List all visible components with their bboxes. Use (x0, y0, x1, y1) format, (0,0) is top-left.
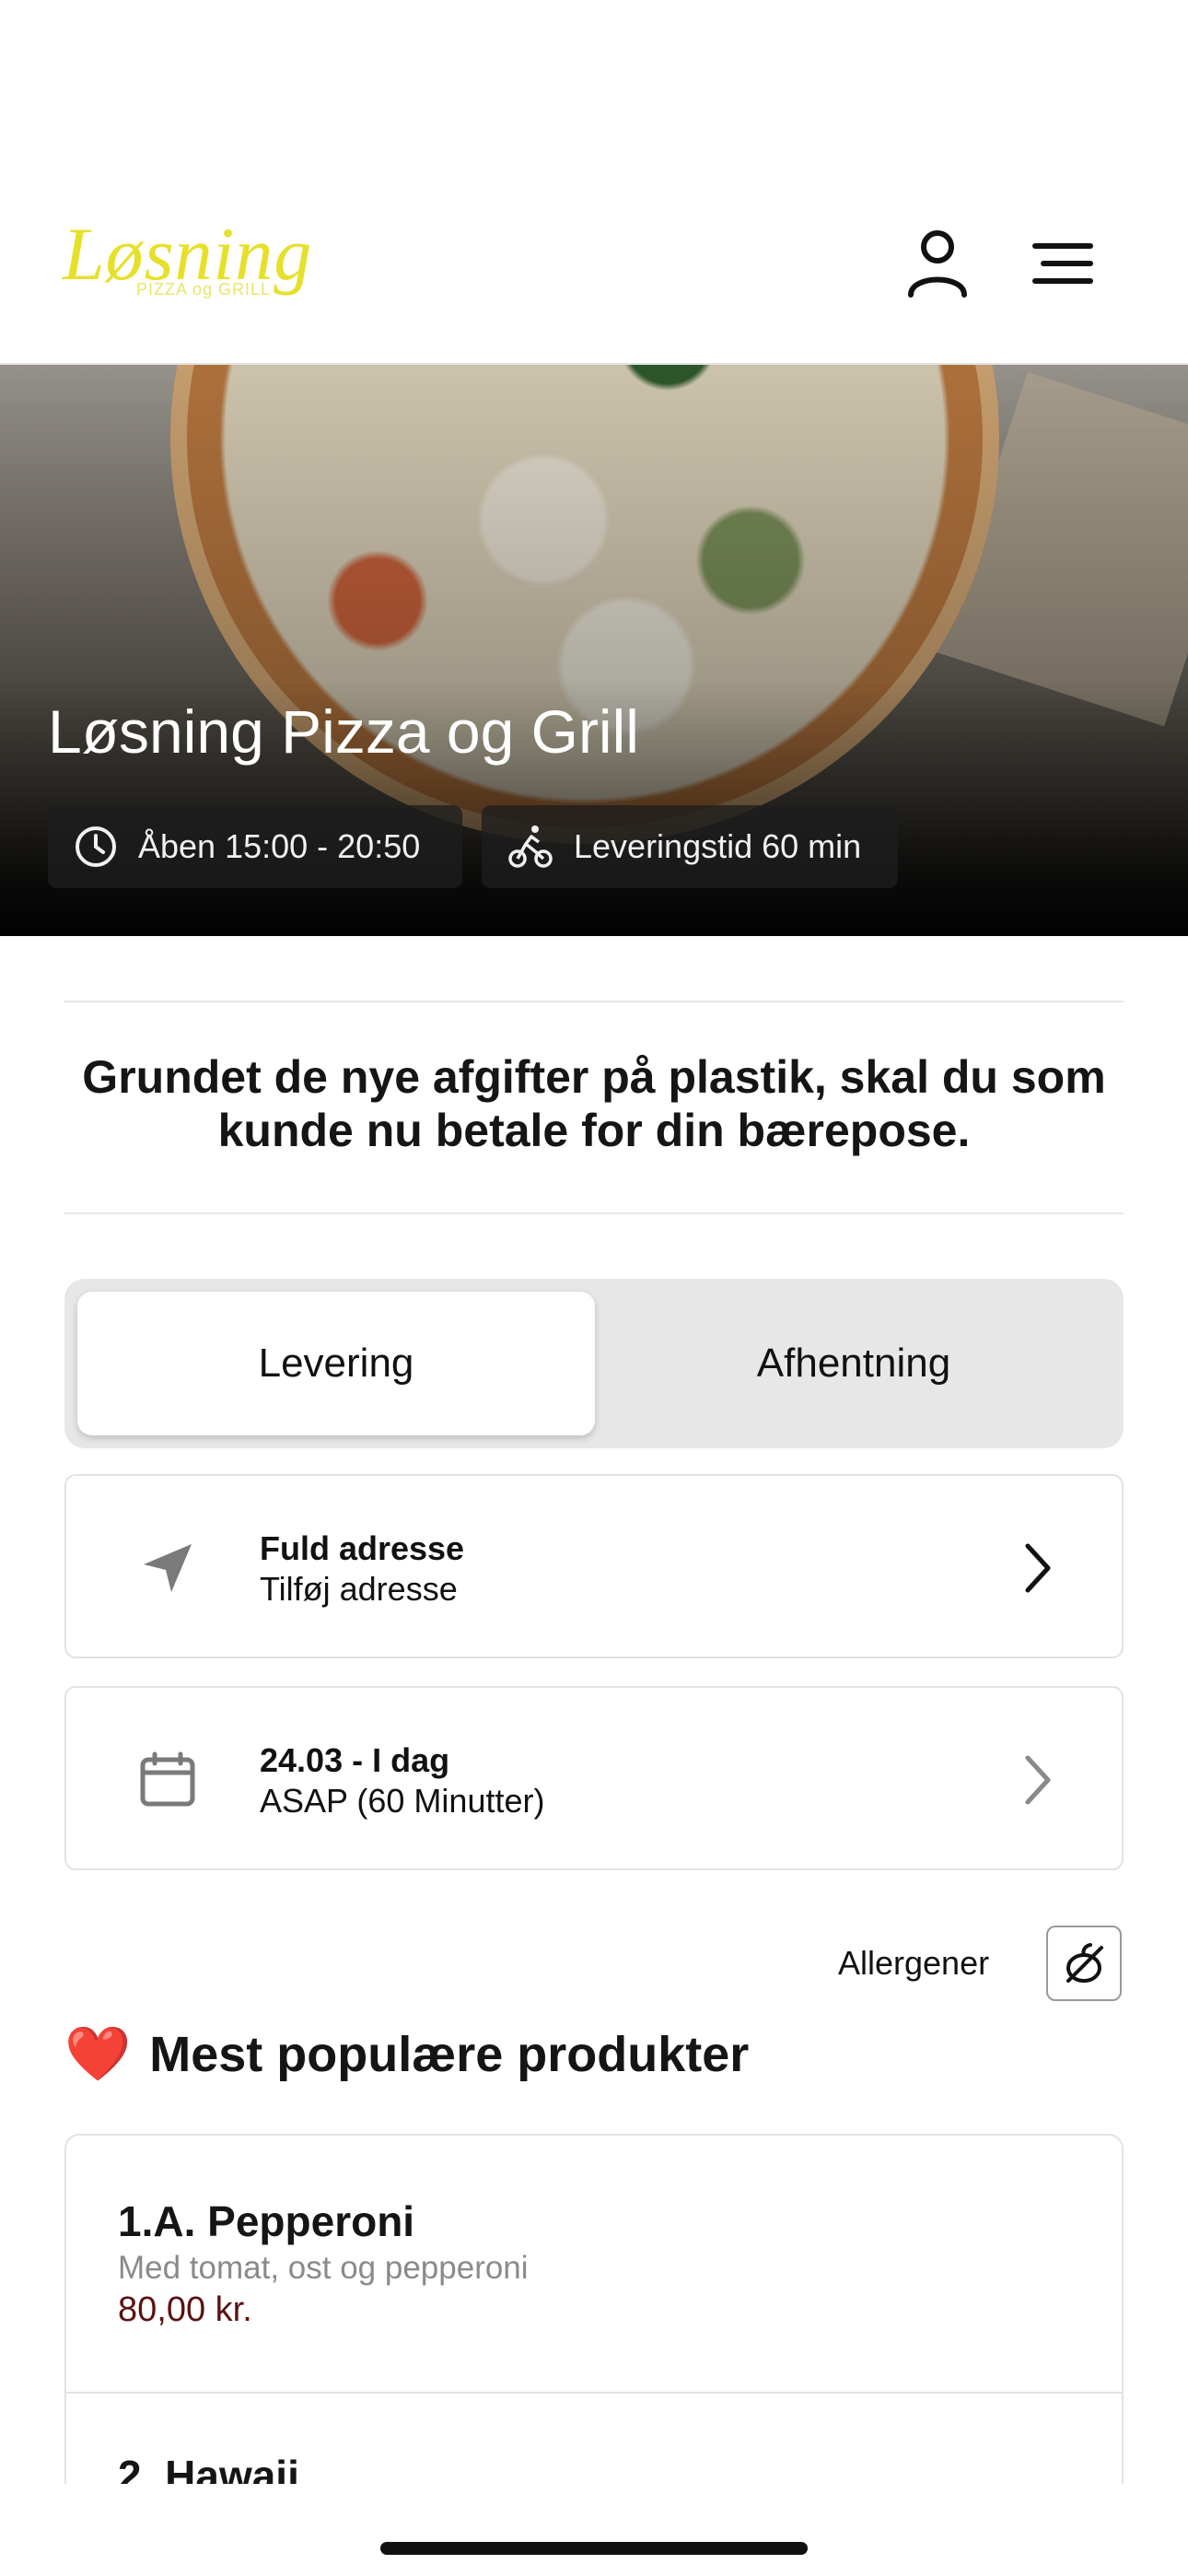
popular-products-title: Mest populære produkter (149, 2027, 750, 2082)
opening-hours-chip: Åben 15:00 - 20:50 (48, 805, 462, 888)
plastic-bag-notice: Grundet de nye afgifter på plastik, skal… (82, 1051, 1106, 1156)
product-price: 80,00 kr. (118, 2290, 252, 2329)
popular-products-list: 1.A. Pepperoni Med tomat, ost og peppero… (64, 2134, 1124, 2484)
order-type-toggle: Levering Afhentning (64, 1279, 1124, 1448)
date-card-title: 24.03 - I dag (260, 1741, 450, 1779)
clock-icon (76, 826, 116, 867)
restaurant-name: Løsning Pizza og Grill (48, 697, 639, 766)
tab-delivery[interactable]: Levering (77, 1292, 595, 1435)
tab-pickup[interactable]: Afhentning (595, 1292, 1112, 1435)
date-card-subtitle: ASAP (60 Minutter) (260, 1782, 545, 1820)
hamburger-menu-icon[interactable] (1024, 225, 1101, 302)
restaurant-logo[interactable]: Løsning PIZZA og GRILL (63, 208, 311, 319)
chevron-right-icon (1025, 1543, 1051, 1593)
product-name: 2. Hawaii (118, 2452, 299, 2484)
product-item[interactable]: 2. Hawaii (66, 2394, 1122, 2484)
app-header: Løsning PIZZA og GRILL (0, 0, 1188, 365)
home-indicator[interactable] (380, 2542, 808, 2555)
popular-products-heading: ❤️ Mest populære produkter (64, 2023, 749, 2086)
logo-subtext: PIZZA og GRILL (136, 280, 272, 299)
calendar-icon (133, 1745, 203, 1815)
allergen-filter-icon (1066, 1943, 1103, 1983)
product-description: Med tomat, ost og pepperoni (118, 2250, 529, 2286)
address-card-subtitle: Tilføj adresse (260, 1570, 458, 1608)
divider (64, 1212, 1124, 1214)
user-icon[interactable] (899, 225, 976, 302)
delivery-time-chip: Leveringstid 60 min (482, 805, 898, 888)
hero-banner: Løsning Pizza og Grill Åben 15:00 - 20:5… (0, 365, 1188, 936)
allergens-label: Allergener (838, 1944, 990, 1982)
bicycle-icon (508, 825, 553, 868)
delivery-date-card[interactable]: 24.03 - I dag ASAP (60 Minutter) (64, 1686, 1124, 1870)
product-name: 1.A. Pepperoni (118, 2197, 415, 2245)
product-item[interactable]: 1.A. Pepperoni Med tomat, ost og peppero… (66, 2136, 1122, 2394)
divider (64, 1001, 1124, 1002)
delivery-time-text: Leveringstid 60 min (574, 827, 862, 865)
allergen-filter-button[interactable] (1046, 1926, 1122, 2001)
opening-hours-text: Åben 15:00 - 20:50 (138, 827, 421, 865)
location-arrow-icon (133, 1533, 203, 1603)
heart-emoji-icon: ❤️ (64, 2024, 132, 2084)
chevron-right-icon (1025, 1755, 1051, 1805)
address-card-title: Fuld adresse (260, 1529, 465, 1567)
address-card[interactable]: Fuld adresse Tilføj adresse (64, 1474, 1124, 1658)
